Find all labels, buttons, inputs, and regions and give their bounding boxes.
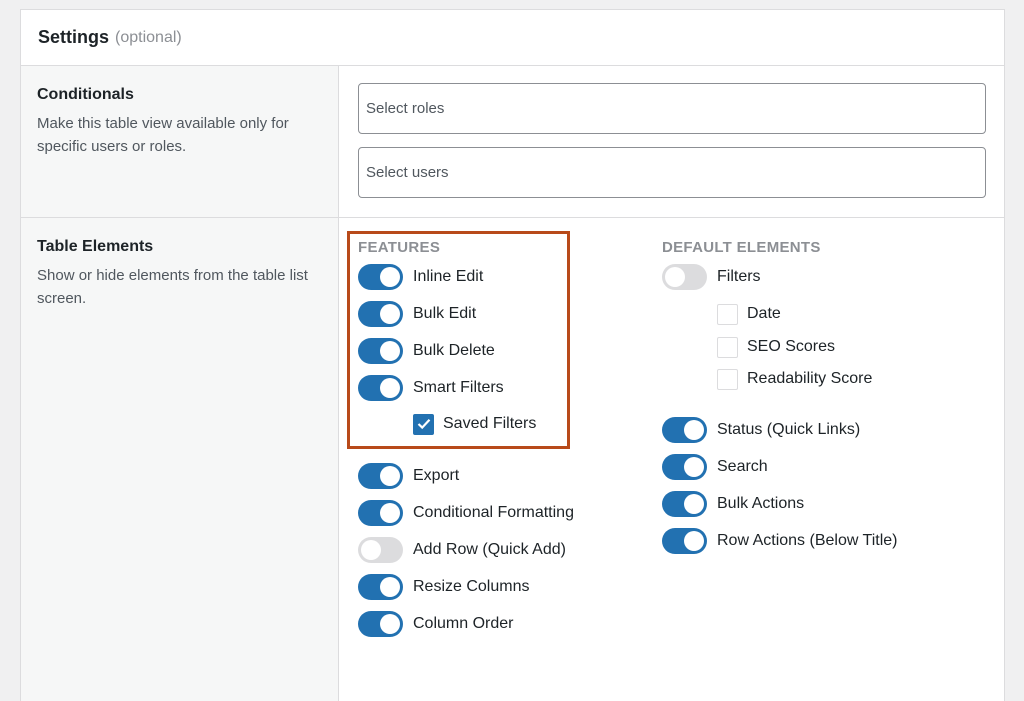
toggle-label: Bulk Actions <box>717 495 805 512</box>
table-elements-label-column: Table Elements Show or hide elements fro… <box>21 218 339 701</box>
conditionals-content: Select roles Select users <box>339 66 1004 217</box>
toggle-switch[interactable] <box>662 264 707 290</box>
checkmark-icon <box>417 419 430 430</box>
toggle-bulk-delete[interactable]: Bulk Delete <box>358 338 495 364</box>
checkbox-box[interactable] <box>717 368 738 390</box>
checkbox-box[interactable] <box>413 413 434 435</box>
toggle-label: Export <box>413 467 460 484</box>
select-users-placeholder: Select users <box>366 164 449 181</box>
toggle-export[interactable]: Export <box>358 463 459 489</box>
toggle-label: Filters <box>717 268 761 285</box>
toggle-switch[interactable] <box>662 417 707 443</box>
conditionals-label-column: Conditionals Make this table view availa… <box>21 66 339 217</box>
checkbox-box[interactable] <box>717 336 738 358</box>
checkbox-date[interactable]: Date <box>717 303 781 325</box>
toggle-conditional-formatting[interactable]: Conditional Formatting <box>358 500 574 526</box>
toggle-add-row[interactable]: Add Row (Quick Add) <box>358 537 566 563</box>
select-roles-input[interactable]: Select roles <box>358 83 986 134</box>
toggle-switch[interactable] <box>358 301 403 327</box>
toggle-switch[interactable] <box>358 611 403 637</box>
toggle-bulk-edit[interactable]: Bulk Edit <box>358 301 476 327</box>
checkbox-label: SEO Scores <box>747 338 836 355</box>
features-heading: FEATURES <box>358 239 441 256</box>
toggle-switch[interactable] <box>358 375 403 401</box>
toggle-inline-edit[interactable]: Inline Edit <box>358 264 483 290</box>
checkbox-label: Date <box>747 305 781 322</box>
checkbox-label: Saved Filters <box>443 415 537 432</box>
toggle-label: Search <box>717 458 768 475</box>
checkbox-seo-scores[interactable]: SEO Scores <box>717 336 835 358</box>
toggle-label: Conditional Formatting <box>413 504 574 521</box>
toggle-switch[interactable] <box>662 454 707 480</box>
conditionals-description: Make this table view available only for … <box>37 115 289 155</box>
panel-title: Settings <box>38 27 110 47</box>
toggle-switch[interactable] <box>358 500 403 526</box>
toggle-smart-filters[interactable]: Smart Filters <box>358 375 504 401</box>
toggle-label: Resize Columns <box>413 578 530 595</box>
toggle-bulk-actions[interactable]: Bulk Actions <box>662 491 804 517</box>
toggle-switch[interactable] <box>358 537 403 563</box>
table-elements-row: Table Elements Show or hide elements fro… <box>21 218 1004 701</box>
toggle-label: Column Order <box>413 615 514 632</box>
select-users-input[interactable]: Select users <box>358 147 986 198</box>
toggle-switch[interactable] <box>358 463 403 489</box>
toggle-label: Bulk Delete <box>413 342 495 359</box>
toggle-filters[interactable]: Filters <box>662 264 761 290</box>
toggle-switch[interactable] <box>358 264 403 290</box>
conditionals-title: Conditionals <box>37 86 134 103</box>
toggle-switch[interactable] <box>662 491 707 517</box>
toggle-label: Add Row (Quick Add) <box>413 541 566 558</box>
toggle-switch[interactable] <box>662 528 707 554</box>
checkbox-saved-filters[interactable]: Saved Filters <box>413 413 536 435</box>
toggle-label: Smart Filters <box>413 379 504 396</box>
toggle-search[interactable]: Search <box>662 454 768 480</box>
toggle-status-quick-links[interactable]: Status (Quick Links) <box>662 417 860 443</box>
conditionals-row: Conditionals Make this table view availa… <box>21 66 1004 218</box>
toggle-column-order[interactable]: Column Order <box>358 611 513 637</box>
toggle-resize-columns[interactable]: Resize Columns <box>358 574 529 600</box>
toggle-switch[interactable] <box>358 574 403 600</box>
toggle-switch[interactable] <box>358 338 403 364</box>
toggle-label: Bulk Edit <box>413 305 477 322</box>
toggle-label: Inline Edit <box>413 268 484 285</box>
panel-subtitle: (optional) <box>115 28 182 46</box>
settings-panel: Settings (optional) Conditionals Make th… <box>20 9 1005 701</box>
table-elements-title: Table Elements <box>37 238 154 255</box>
checkbox-readability-score[interactable]: Readability Score <box>717 368 872 390</box>
table-elements-description: Show or hide elements from the table lis… <box>37 267 308 307</box>
select-roles-placeholder: Select roles <box>366 100 445 117</box>
checkbox-box[interactable] <box>717 303 738 325</box>
checkbox-label: Readability Score <box>747 370 873 387</box>
panel-header: Settings (optional) <box>21 10 1004 66</box>
default-elements-heading: DEFAULT ELEMENTS <box>662 239 821 256</box>
toggle-row-actions[interactable]: Row Actions (Below Title) <box>662 528 898 554</box>
table-elements-content: FEATURES Inline Edit Bulk Edit Bulk Dele… <box>339 218 1004 701</box>
toggle-label: Status (Quick Links) <box>717 421 861 438</box>
toggle-label: Row Actions (Below Title) <box>717 532 898 549</box>
